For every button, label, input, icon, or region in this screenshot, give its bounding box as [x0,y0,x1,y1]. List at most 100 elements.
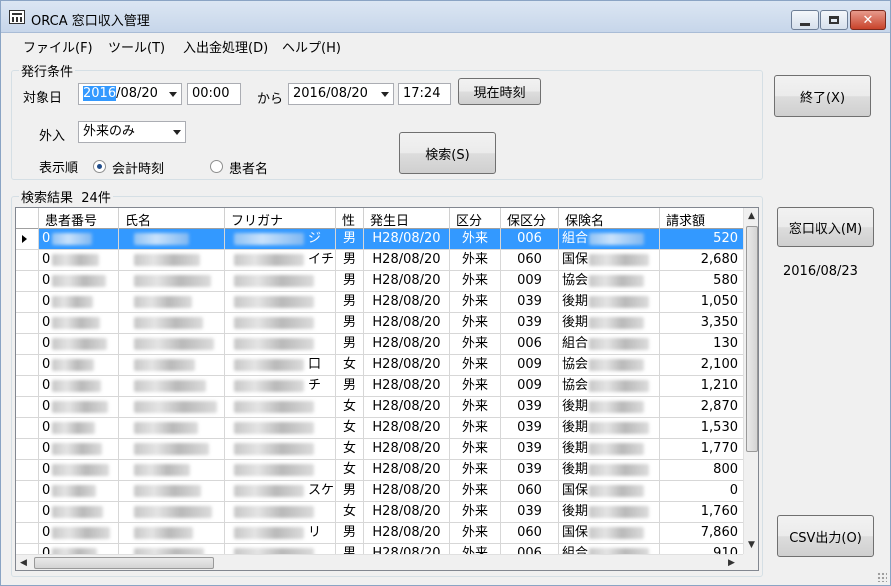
scroll-right-icon[interactable]: ▶ [728,558,735,568]
table-row[interactable]: 0 女 H28/08/20 外来 039 後期 1,530 [16,418,744,439]
cell-amount-text: 1,770 [700,441,738,456]
cell-hoken-text: 組合 [562,336,589,351]
cell-amount-text: 3,350 [700,315,738,330]
cell-kubun-text: 外来 [461,336,488,351]
cell-amount: 130 [660,334,744,354]
row-header [16,250,39,270]
cell-date-text: H28/08/20 [372,462,441,477]
horizontal-scrollbar[interactable]: ◀ ▶ [16,554,743,570]
results-table[interactable]: 患者番号 氏名 フリガナ 性 発生日 区分 保区分 保険名 請求額 0 ジ男 H28… [15,207,759,571]
menu-tools[interactable]: ツール(T) [108,37,165,56]
row-header [16,271,39,291]
order-radio-time[interactable] [93,160,106,173]
cell-date: H28/08/20 [364,481,450,501]
to-date-select[interactable]: 2016/08/20 [288,83,394,105]
vertical-scrollbar[interactable]: ▲ ▼ [743,208,758,554]
cell-sex: 女 [336,355,364,375]
cell-hokubun: 039 [501,313,559,333]
table-row[interactable]: 0 男 H28/08/20 外来 039 後期 3,350 [16,313,744,334]
header-sex[interactable]: 性 [336,208,364,229]
cell-kana: ジ [225,229,336,249]
horizontal-scroll-thumb[interactable] [34,557,214,569]
vertical-scroll-thumb[interactable] [746,226,758,452]
table-row[interactable]: 0 女 H28/08/20 外来 039 後期 800 [16,460,744,481]
cell-date: H28/08/20 [364,271,450,291]
from-time-input[interactable]: 00:00 [187,83,241,105]
redacted-mask [589,526,645,539]
scroll-down-icon[interactable]: ▼ [748,540,755,550]
redacted-mask [52,358,95,371]
table-row[interactable]: 0 女 H28/08/20 外来 039 後期 2,870 [16,397,744,418]
cell-hokubun-text: 039 [517,504,542,519]
header-hoken[interactable]: 保険名 [559,208,660,229]
table-row[interactable]: 0 女 H28/08/20 外来 039 後期 1,760 [16,502,744,523]
header-amount[interactable]: 請求額 [660,208,744,229]
current-time-button[interactable]: 現在時刻 [458,78,541,105]
header-name[interactable]: 氏名 [119,208,225,229]
cell-hokubun: 060 [501,523,559,543]
redacted-mask [234,337,314,350]
table-row[interactable]: 0 イチ男 H28/08/20 外来 060 国保 2,680 [16,250,744,271]
current-row-icon [22,235,27,243]
range-to-label: から [257,92,284,107]
maximize-button[interactable] [820,10,848,30]
from-date-select[interactable]: 2016/08/20 [78,83,182,105]
cell-kana-text: ジ [308,231,322,246]
cell-kubun: 外来 [450,292,501,312]
redacted-mask [52,232,93,245]
redacted-mask [234,526,304,539]
table-row[interactable]: 0 ジ 男 H28/08/20 外来 006 組合 520 [16,229,744,250]
cell-date: H28/08/20 [364,439,450,459]
cell-hokubun: 009 [501,271,559,291]
exit-button[interactable]: 終了(X) [774,75,871,117]
close-button[interactable]: ✕ [850,10,886,30]
order-option-time[interactable]: 会計時刻 [112,158,164,177]
cell-patient-id-text: 0 [42,462,51,477]
cash-income-button[interactable]: 窓口収入(M) [777,207,874,247]
table-row[interactable]: 0 男 H28/08/20 外来 039 後期 1,050 [16,292,744,313]
redacted-mask [589,232,645,245]
to-time-input[interactable]: 17:24 [398,83,451,105]
inout-select[interactable]: 外来のみ [78,121,186,143]
menu-payments[interactable]: 入出金処理(D) [183,37,268,56]
cell-sex: 女 [336,460,364,480]
csv-export-button[interactable]: CSV出力(O) [777,515,874,557]
header-hokubun[interactable]: 保区分 [501,208,559,229]
cell-kana [225,439,336,459]
table-row[interactable]: 0 スケ男 H28/08/20 外来 060 国保 0 [16,481,744,502]
cell-kana-text: チ [308,378,322,393]
cell-name [119,292,225,312]
table-row[interactable]: 0 女 H28/08/20 外来 039 後期 1,770 [16,439,744,460]
cell-hoken-text: 後期 [562,420,589,435]
header-patient-id[interactable]: 患者番号 [39,208,119,229]
order-radio-name[interactable] [210,160,223,173]
row-header [16,292,39,312]
cell-sex: 女 [336,502,364,522]
minimize-button[interactable] [791,10,819,30]
cell-kubun: 外来 [450,313,501,333]
resize-grip-icon[interactable] [877,572,887,582]
search-button[interactable]: 検索(S) [399,132,496,174]
cell-sex-text: 男 [342,483,356,498]
order-option-name[interactable]: 患者名 [229,158,268,177]
cell-hoken: 協会 [559,271,660,291]
header-kubun[interactable]: 区分 [450,208,501,229]
redacted-mask [134,442,209,455]
menu-file[interactable]: ファイル(F) [23,37,93,56]
table-row[interactable]: 0 チ 男 H28/08/20 外来 009 協会 1,210 [16,376,744,397]
scroll-left-icon[interactable]: ◀ [20,558,27,568]
table-row[interactable]: 0 口 女 H28/08/20 外来 009 協会 2,100 [16,355,744,376]
cell-hoken-text: 後期 [562,441,589,456]
table-row[interactable]: 0 男 H28/08/20 外来 006 組合 130 [16,334,744,355]
header-date[interactable]: 発生日 [364,208,450,229]
header-kana[interactable]: フリガナ [225,208,336,229]
table-row[interactable]: 0 リ 男 H28/08/20 外来 060 国保 7,860 [16,523,744,544]
redacted-mask [52,316,101,329]
menu-help[interactable]: ヘルプ(H) [282,37,341,56]
scroll-up-icon[interactable]: ▲ [748,211,755,221]
cell-hoken: 協会 [559,376,660,396]
title-bar[interactable]: ORCA 窓口収入管理 ✕ [1,1,890,33]
table-row[interactable]: 0 男 H28/08/20 外来 009 協会 580 [16,271,744,292]
cell-amount: 1,210 [660,376,744,396]
cell-amount: 1,770 [660,439,744,459]
